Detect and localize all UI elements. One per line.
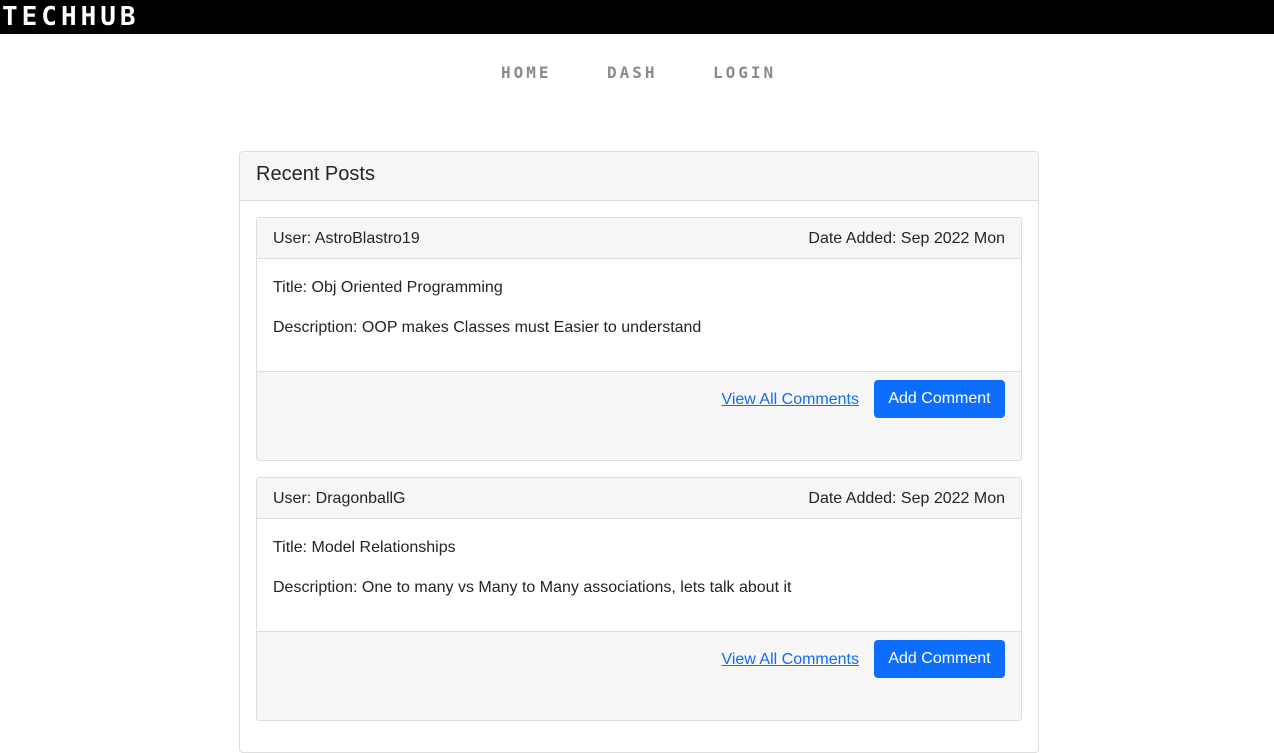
main-nav: HOME DASH LOGIN (0, 62, 1274, 86)
post-card: User: AstroBlastro19 Date Added: Sep 202… (256, 217, 1022, 461)
post-header: User: AstroBlastro19 Date Added: Sep 202… (257, 218, 1021, 259)
top-bar: TECHHUB (0, 0, 1274, 34)
add-comment-button[interactable]: Add Comment (874, 640, 1005, 678)
post-footer: View All Comments Add Comment (257, 371, 1021, 460)
nav-login-link[interactable]: LOGIN (713, 62, 776, 84)
post-user: User: AstroBlastro19 (273, 230, 420, 247)
brand-logo[interactable]: TECHHUB (2, 3, 140, 31)
recent-posts-title: Recent Posts (256, 163, 375, 185)
recent-posts-card: Recent Posts User: AstroBlastro19 Date A… (239, 151, 1039, 753)
post-card: User: DragonballG Date Added: Sep 2022 M… (256, 477, 1022, 721)
post-title: Title: Model Relationships (273, 539, 456, 556)
view-all-comments-link[interactable]: View All Comments (721, 650, 859, 670)
post-description: Description: One to many vs Many to Many… (273, 579, 792, 596)
post-description: Description: OOP makes Classes must Easi… (273, 319, 702, 336)
post-footer: View All Comments Add Comment (257, 631, 1021, 720)
post-date: Date Added: Sep 2022 Mon (808, 490, 1005, 507)
nav-dash-link[interactable]: DASH (607, 62, 658, 84)
post-title: Title: Obj Oriented Programming (273, 279, 503, 296)
view-all-comments-link[interactable]: View All Comments (721, 390, 859, 410)
post-header: User: DragonballG Date Added: Sep 2022 M… (257, 478, 1021, 519)
nav-home-link[interactable]: HOME (501, 62, 552, 84)
recent-posts-header: Recent Posts (240, 152, 1038, 201)
post-date: Date Added: Sep 2022 Mon (808, 230, 1005, 247)
add-comment-button[interactable]: Add Comment (874, 380, 1005, 418)
post-user: User: DragonballG (273, 490, 406, 507)
